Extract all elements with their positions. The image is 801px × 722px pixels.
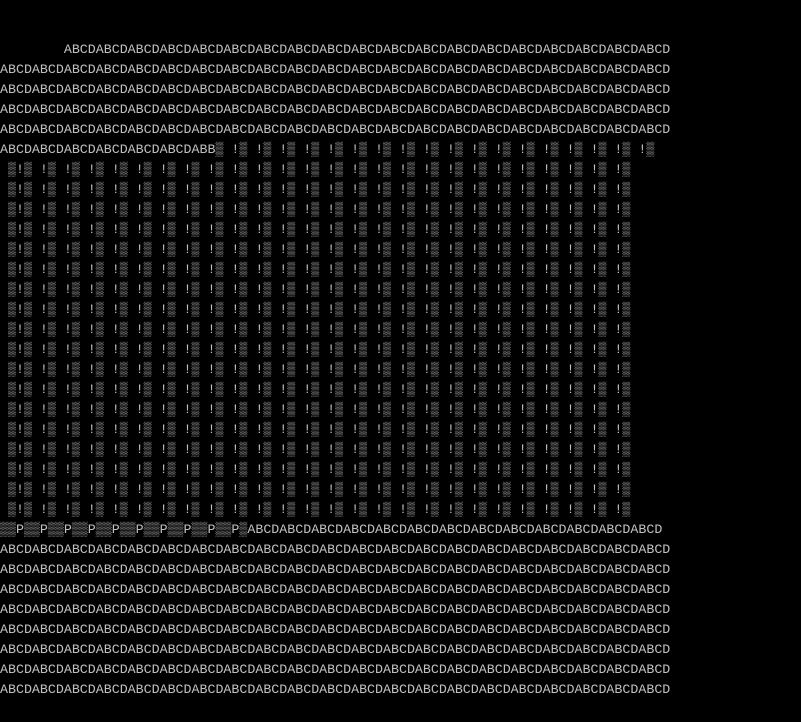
terminal-line: ▒!▒ !▒ !▒ !▒ !▒ !▒ !▒ !▒ !▒ !▒ !▒ !▒ !▒ … <box>0 382 631 397</box>
terminal-window[interactable]: " ABCDABCDABCDABCDABCDABCDABCDABCDABCDAB… <box>0 0 801 722</box>
terminal-line: ABCDABCDABCDABCDABCDABCDABCDABCDABCDABCD… <box>0 642 671 657</box>
terminal-line: ABCDABCDABCDABCDABCDABCDABCDABCDABCDABCD… <box>0 582 671 597</box>
terminal-line: ▒!▒ !▒ !▒ !▒ !▒ !▒ !▒ !▒ !▒ !▒ !▒ !▒ !▒ … <box>0 502 631 517</box>
terminal-line: ABCDABCDABCDABCDABCDABCDABCDABCDABCDABCD… <box>0 602 671 617</box>
terminal-line: ▒!▒ !▒ !▒ !▒ !▒ !▒ !▒ !▒ !▒ !▒ !▒ !▒ !▒ … <box>0 222 631 237</box>
terminal-line: ABCDABCDABCDABCDABCDABCDABCDABCDABCDABCD… <box>0 42 671 57</box>
terminal-line: ▒!▒ !▒ !▒ !▒ !▒ !▒ !▒ !▒ !▒ !▒ !▒ !▒ !▒ … <box>0 362 631 377</box>
terminal-line: ▒!▒ !▒ !▒ !▒ !▒ !▒ !▒ !▒ !▒ !▒ !▒ !▒ !▒ … <box>0 282 631 297</box>
terminal-line: ▒!▒ !▒ !▒ !▒ !▒ !▒ !▒ !▒ !▒ !▒ !▒ !▒ !▒ … <box>0 242 631 257</box>
terminal-line: ABCDABCDABCDABCDABCDABCDABCDABCDABCDABCD… <box>0 682 671 697</box>
terminal-line: " <box>0 20 801 40</box>
terminal-line: ABCDABCDABCDABCDABCDABCDABCDABCDABCDABCD… <box>0 562 671 577</box>
terminal-line: ▒!▒ !▒ !▒ !▒ !▒ !▒ !▒ !▒ !▒ !▒ !▒ !▒ !▒ … <box>0 442 631 457</box>
terminal-line: ABCDABCDABCDABCDABCDABCDABCDABCDABCDABCD… <box>0 662 671 677</box>
terminal-line: ABCDABCDABCDABCDABCDABCDABCDABCDABCDABCD… <box>0 622 671 637</box>
terminal-line: ▒!▒ !▒ !▒ !▒ !▒ !▒ !▒ !▒ !▒ !▒ !▒ !▒ !▒ … <box>0 162 631 177</box>
terminal-line: ABCDABCDABCDABCDABCDABCDABCDABCDABCDABCD… <box>0 62 671 77</box>
terminal-line: ▒!▒ !▒ !▒ !▒ !▒ !▒ !▒ !▒ !▒ !▒ !▒ !▒ !▒ … <box>0 202 631 217</box>
terminal-line: ABCDABCDABCDABCDABCDABCDABCDABCDABCDABCD… <box>0 542 671 557</box>
terminal-line: ABCDABCDABCDABCDABCDABCDABCDABCDABCDABCD… <box>0 102 671 117</box>
terminal-line: ▒!▒ !▒ !▒ !▒ !▒ !▒ !▒ !▒ !▒ !▒ !▒ !▒ !▒ … <box>0 482 631 497</box>
terminal-line: ABCDABCDABCDABCDABCDABCDABCDABCDABCDABCD… <box>0 82 671 97</box>
terminal-screen: " ABCDABCDABCDABCDABCDABCDABCDABCDABCDAB… <box>0 0 801 700</box>
terminal-line: ABCDABCDABCDABCDABCDABCDABCDABCDABCDABCD… <box>0 122 671 137</box>
terminal-line: ▒!▒ !▒ !▒ !▒ !▒ !▒ !▒ !▒ !▒ !▒ !▒ !▒ !▒ … <box>0 342 631 357</box>
terminal-line: ▒!▒ !▒ !▒ !▒ !▒ !▒ !▒ !▒ !▒ !▒ !▒ !▒ !▒ … <box>0 322 631 337</box>
terminal-line: ▒!▒ !▒ !▒ !▒ !▒ !▒ !▒ !▒ !▒ !▒ !▒ !▒ !▒ … <box>0 302 631 317</box>
terminal-line: ▒!▒ !▒ !▒ !▒ !▒ !▒ !▒ !▒ !▒ !▒ !▒ !▒ !▒ … <box>0 262 631 277</box>
terminal-line: ▒!▒ !▒ !▒ !▒ !▒ !▒ !▒ !▒ !▒ !▒ !▒ !▒ !▒ … <box>0 182 631 197</box>
terminal-line: ABCDABCDABCDABCDABCDABCDABB▒ !▒ !▒ !▒ !▒… <box>0 142 655 157</box>
terminal-line: ▒!▒ !▒ !▒ !▒ !▒ !▒ !▒ !▒ !▒ !▒ !▒ !▒ !▒ … <box>0 422 631 437</box>
terminal-line: ▒!▒ !▒ !▒ !▒ !▒ !▒ !▒ !▒ !▒ !▒ !▒ !▒ !▒ … <box>0 462 631 477</box>
terminal-line: ▒!▒ !▒ !▒ !▒ !▒ !▒ !▒ !▒ !▒ !▒ !▒ !▒ !▒ … <box>0 402 631 417</box>
terminal-line: ▒▒P▒▒P▒▒P▒▒P▒▒P▒▒P▒▒P▒▒P▒▒P▒▒P▒ABCDABCDA… <box>0 522 663 537</box>
